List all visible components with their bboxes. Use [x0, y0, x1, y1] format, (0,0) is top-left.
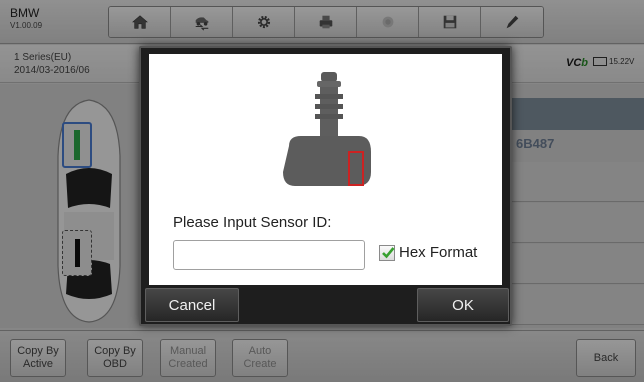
dialog-footer: Cancel OK: [143, 286, 509, 322]
sensor-id-prompt: Please Input Sensor ID:: [173, 214, 332, 231]
hex-format-option[interactable]: Hex Format: [379, 244, 477, 261]
tpms-sensor-icon: [283, 72, 371, 186]
ok-button[interactable]: OK: [417, 288, 509, 322]
sensor-id-dialog: Please Input Sensor ID: Hex Format Cance…: [139, 46, 512, 326]
checkmark-icon: [382, 246, 395, 258]
dialog-body: Please Input Sensor ID: Hex Format: [149, 54, 502, 285]
cancel-button[interactable]: Cancel: [145, 288, 239, 322]
hex-format-label: Hex Format: [399, 244, 478, 261]
sensor-id-input[interactable]: [173, 240, 365, 270]
hex-format-checkbox[interactable]: [379, 244, 395, 261]
